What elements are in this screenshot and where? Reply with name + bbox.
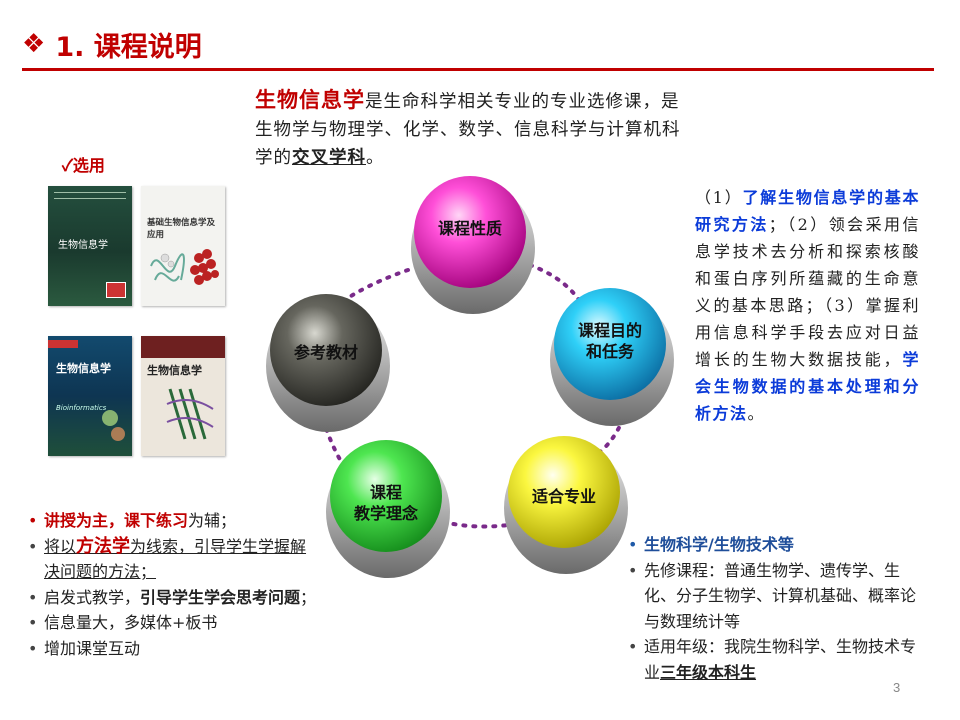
goals-part2: ；（2）领会采用信息学技术去分析和探索核酸和蛋白序列所蕴藏的生命意义的基本思路；… [695,215,920,369]
sphere-label-textbook: 参考教材 [293,343,358,362]
sphere-label-concept: 课程 教学理念 [326,482,446,524]
major-1: 生物科学/生物技术等 [644,535,794,554]
list-item: 适用年级：我院生物科学、生物技术专业三年级本科生 [622,634,922,685]
suitable-major-list: 生物科学/生物技术等 先修课程：普通生物学、遗传学、生化、分子生物学、计算机基础… [622,532,922,685]
major-3-bold: 三年级本科生 [660,662,757,682]
method-1-bold: 讲授为主，课下练习 [44,511,189,530]
selected-label: ✓选用 [62,156,105,175]
course-goals-text: （1）了解生物信息学的基本研究方法；（2）领会采用信息学技术去分析和探索核酸和蛋… [695,184,920,427]
book-3-title: 生物信息学 [56,362,111,375]
list-item: 增加课堂互动 [22,636,322,662]
sphere-course-nature[interactable] [411,176,535,314]
method-1-rest: 为辅； [188,511,237,530]
goals-part1: （1） [695,188,743,207]
list-item: 信息量大，多媒体+板书 [22,610,322,636]
sphere-label-nature: 课程性质 [437,219,502,238]
book-cover-2: 基础生物信息学及应用 [141,186,225,306]
title-divider [22,68,934,71]
sphere-label-concept-line2: 教学理念 [353,504,418,523]
method-2-bold: 方法学 [76,535,131,557]
sphere-label-major: 适合专业 [531,487,596,506]
method-4: 信息量大，多媒体+板书 [44,613,218,632]
method-5: 增加课堂互动 [44,638,141,658]
book-cover-3: 生物信息学 Bioinformatics [48,336,132,456]
sphere-label-goal-line1: 课程目的 [577,321,642,340]
sphere-reference-textbook[interactable] [266,294,390,432]
list-item: 讲授为主，课下练习为辅； [22,508,322,534]
book-4-helix-image [166,388,214,440]
goals-part3: 。 [747,404,766,423]
diamond-bullet-icon: ❖ [22,29,46,59]
major-2: 先修课程：普通生物学、遗传学、生化、分子生物学、计算机基础、概率论与数理统计等 [644,560,917,631]
method-2-pre: 将以 [44,536,77,556]
list-item: 生物科学/生物技术等 [622,532,922,558]
sphere-label-goal: 课程目的 和任务 [550,320,670,362]
book-3-cell-image [102,410,125,441]
slide-title: ❖ 1. 课程说明 [22,22,202,66]
book-2-protein-image [150,249,219,285]
sphere-label-goal-line2: 和任务 [585,342,634,361]
method-3-end: ； [300,587,317,607]
slide-title-text: 1. 课程说明 [55,31,202,63]
list-item: 将以方法学为线索，引导学生学握解决问题的方法； [22,534,322,585]
method-3-pre: 启发式教学， [44,587,141,607]
intro-highlight: 生物信息学 [255,88,365,112]
book-4-title: 生物信息学 [147,364,202,377]
book-1-title: 生物信息学 [58,240,108,251]
sphere-label-concept-line1: 课程 [369,483,402,502]
page-number: 3 [893,680,901,695]
book-cover-1: 生物信息学 [48,186,132,306]
book-cover-4: 生物信息学 [141,336,225,456]
method-3-bold: 引导学生学会思考问题 [140,587,301,607]
teaching-method-list: 讲授为主，课下练习为辅； 将以方法学为线索，引导学生学握解决问题的方法； 启发式… [22,508,322,661]
list-item: 启发式教学，引导学生学会思考问题； [22,585,322,611]
list-item: 先修课程：普通生物学、遗传学、生化、分子生物学、计算机基础、概率论与数理统计等 [622,558,922,635]
